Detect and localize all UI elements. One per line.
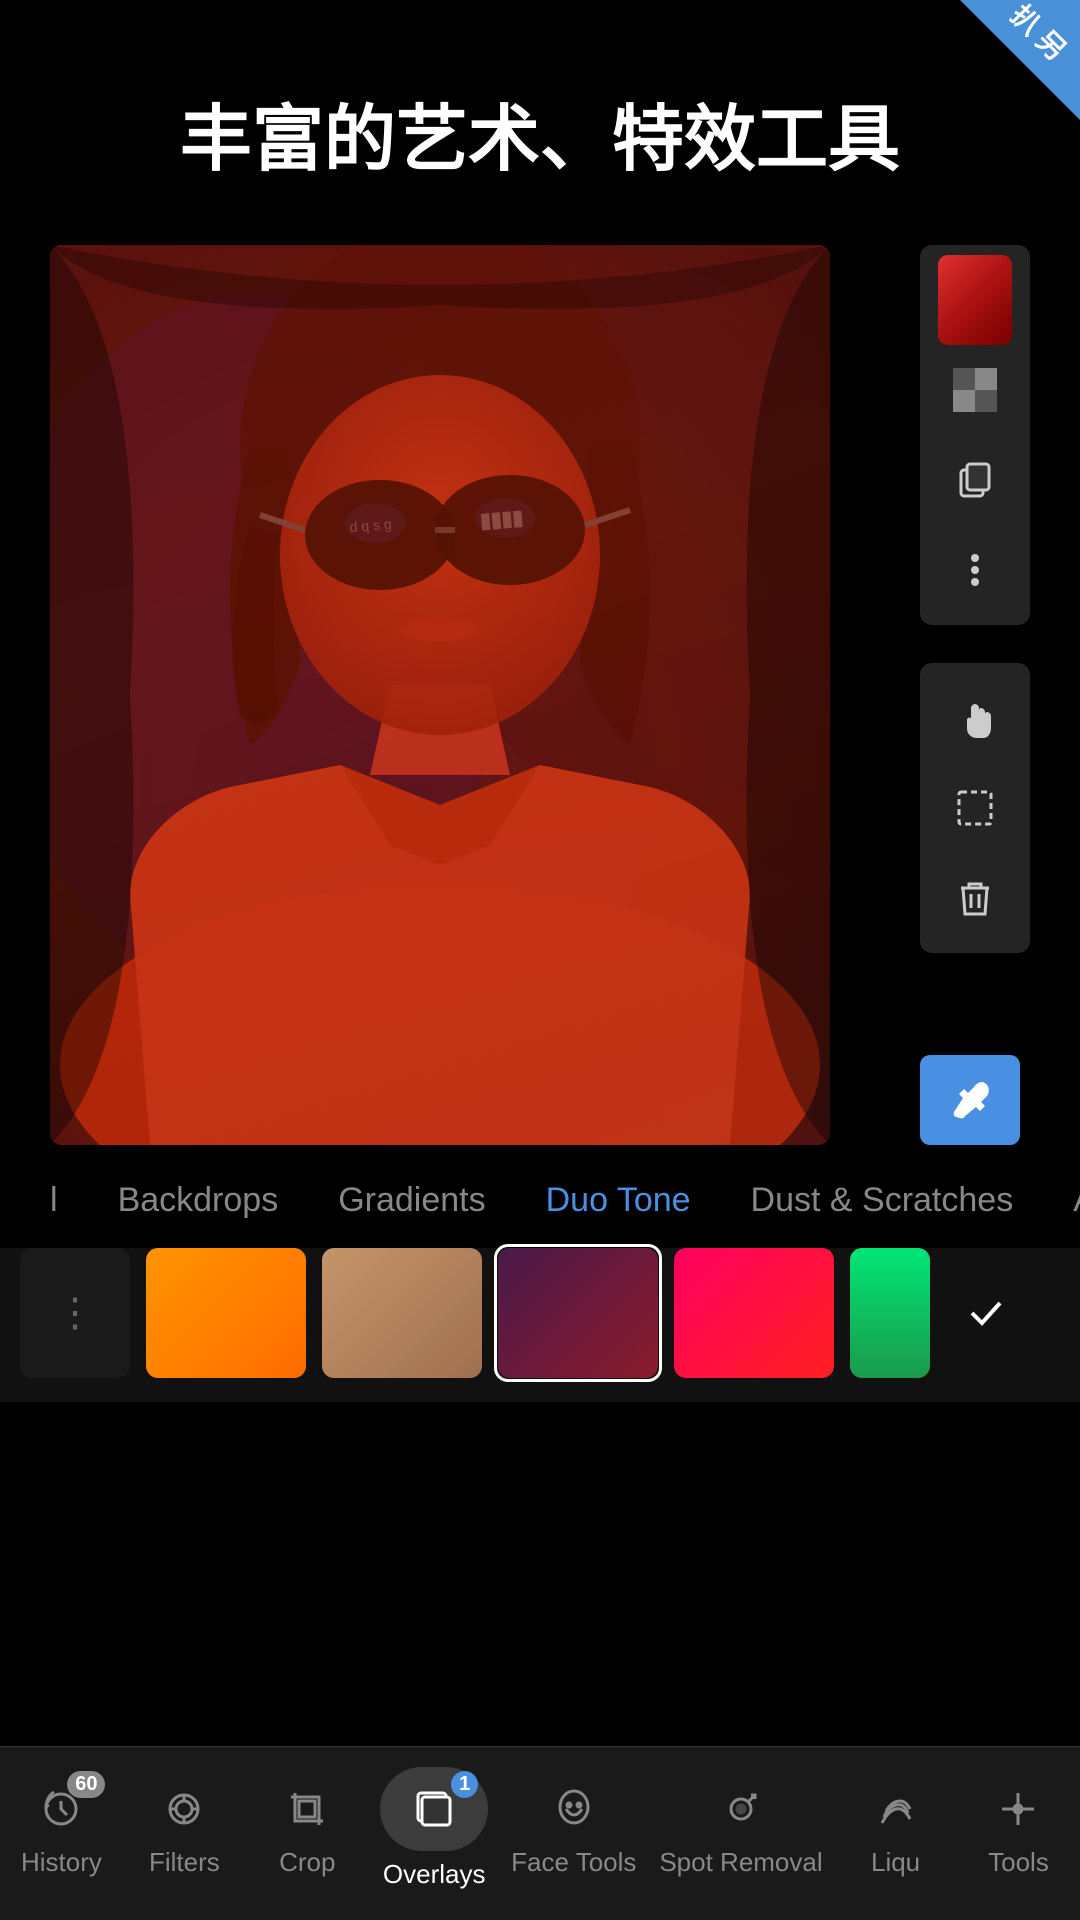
overlays-badge: 1 xyxy=(451,1771,478,1798)
spotremoval-icon xyxy=(711,1779,771,1839)
nav-item-liqu[interactable]: Liqu xyxy=(836,1779,956,1878)
delete-button[interactable] xyxy=(925,853,1025,943)
selection-tool-button[interactable] xyxy=(925,763,1025,853)
liqu-icon xyxy=(866,1779,926,1839)
swatch-confirm-button[interactable] xyxy=(946,1248,1026,1378)
nav-label-liqu: Liqu xyxy=(871,1847,920,1878)
swatch-orange[interactable] xyxy=(146,1248,306,1378)
facetools-icon xyxy=(544,1779,604,1839)
cat-tab-duotone[interactable]: Duo Tone xyxy=(516,1169,721,1232)
nav-label-facetools: Face Tools xyxy=(511,1847,636,1878)
category-tabs: l Backdrops Gradients Duo Tone Dust & Sc… xyxy=(0,1145,1080,1248)
bottom-navigation: 60 History Filters Crop xyxy=(0,1746,1080,1920)
nav-label-crop: Crop xyxy=(279,1847,335,1878)
color-swatch-button[interactable] xyxy=(925,255,1025,345)
nav-label-history: History xyxy=(21,1847,102,1878)
overlays-icon: 1 xyxy=(404,1779,464,1839)
canvas-area: d q s g ▊▊▊▊ xyxy=(50,245,1030,1145)
filters-icon xyxy=(154,1779,214,1839)
eyedropper-icon xyxy=(948,1078,992,1122)
swatch-tan[interactable] xyxy=(322,1248,482,1378)
swatches-row: ⋮ xyxy=(0,1248,1080,1402)
swatch-green[interactable] xyxy=(850,1248,930,1378)
tools-icon xyxy=(988,1779,1048,1839)
duplicate-button[interactable] xyxy=(925,435,1025,525)
nav-label-spotremoval: Spot Removal xyxy=(659,1847,822,1878)
right-toolbar xyxy=(920,245,1030,1145)
person-illustration: d q s g ▊▊▊▊ xyxy=(50,245,830,1145)
cat-tab-dust[interactable]: Dust & Scratches xyxy=(721,1169,1044,1232)
trash-icon xyxy=(953,876,997,920)
nav-label-filters: Filters xyxy=(149,1847,220,1878)
nav-item-filters[interactable]: Filters xyxy=(124,1779,244,1878)
nav-label-overlays: Overlays xyxy=(383,1859,486,1890)
main-content: 扒 另 丰富的艺术、特效工具 xyxy=(0,0,1080,1582)
hand-tool-button[interactable] xyxy=(925,673,1025,763)
crop-icon xyxy=(277,1779,337,1839)
hand-icon xyxy=(953,696,997,740)
selection-icon xyxy=(953,786,997,830)
toolbar-mid-section xyxy=(920,663,1030,953)
more-options-button[interactable] xyxy=(925,525,1025,615)
checkerboard-icon xyxy=(953,368,997,412)
photo-background: d q s g ▊▊▊▊ xyxy=(50,245,830,1145)
toolbar-top-section xyxy=(920,245,1030,625)
checkerboard-button[interactable] xyxy=(925,345,1025,435)
nav-item-facetools[interactable]: Face Tools xyxy=(501,1779,646,1878)
cat-tab-all[interactable]: All xyxy=(1043,1169,1080,1232)
cat-tab-1[interactable]: l xyxy=(20,1169,88,1232)
nav-item-spotremoval[interactable]: Spot Removal xyxy=(649,1779,832,1878)
nav-item-overlays[interactable]: 1 Overlays xyxy=(370,1767,498,1890)
nav-label-tools: Tools xyxy=(988,1847,1049,1878)
history-icon: 60 xyxy=(31,1779,91,1839)
checkmark-icon xyxy=(964,1291,1008,1335)
photo-container: d q s g ▊▊▊▊ xyxy=(50,245,830,1145)
nav-item-history[interactable]: 60 History xyxy=(1,1779,121,1878)
history-badge: 60 xyxy=(67,1771,105,1798)
swatch-pink[interactable] xyxy=(674,1248,834,1378)
page-title: 丰富的艺术、特效工具 xyxy=(0,0,1080,245)
more-options-icon xyxy=(953,548,997,592)
cat-tab-gradients[interactable]: Gradients xyxy=(308,1169,515,1232)
swatch-more-button[interactable]: ⋮ xyxy=(20,1248,130,1378)
nav-item-tools[interactable]: Tools xyxy=(958,1779,1078,1878)
swatch-duotone-dark[interactable] xyxy=(498,1248,658,1378)
duplicate-icon xyxy=(953,458,997,502)
eyedropper-button[interactable] xyxy=(920,1055,1020,1145)
cat-tab-backdrops[interactable]: Backdrops xyxy=(88,1169,309,1232)
nav-item-crop[interactable]: Crop xyxy=(247,1779,367,1878)
